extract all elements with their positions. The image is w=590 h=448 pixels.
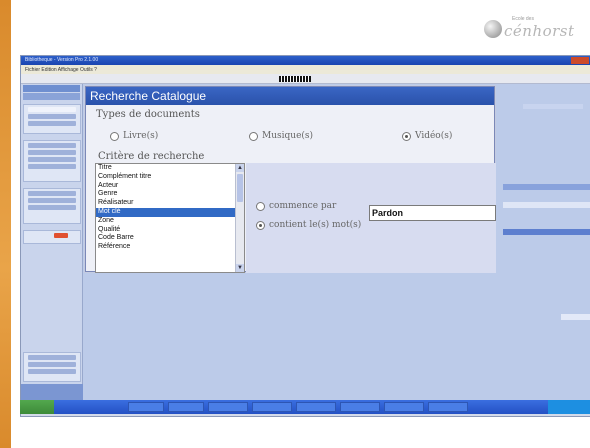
radio-circle-icon xyxy=(256,201,265,211)
criteria-item[interactable]: Référence xyxy=(96,243,244,252)
taskbar-item[interactable] xyxy=(168,402,204,412)
criteria-item[interactable]: Code Barre xyxy=(96,234,244,243)
radio-label: Musique(s) xyxy=(262,131,314,141)
radio-label: commence par xyxy=(269,201,337,211)
nav-item[interactable] xyxy=(28,362,76,367)
windows-taskbar xyxy=(20,400,590,414)
radio-label: contient le(s) mot(s) xyxy=(269,220,362,230)
app-menu-bar[interactable]: Fichier Edition Affichage Outils ? xyxy=(21,65,590,74)
nav-item[interactable] xyxy=(28,150,76,155)
nav-item[interactable] xyxy=(28,157,76,162)
nav-item[interactable] xyxy=(28,114,76,119)
radio-label: Livre(s) xyxy=(123,131,159,141)
content-row-blue xyxy=(503,184,590,190)
radio-musiques[interactable]: Musique(s) xyxy=(249,131,313,141)
taskbar-item[interactable] xyxy=(296,402,336,412)
nav-color-strip xyxy=(23,230,81,244)
criteria-item[interactable]: Titre xyxy=(96,164,244,173)
criteria-list: Titre Complément titre Acteur Genre Réalisat… xyxy=(96,164,244,252)
criteria-item[interactable]: Mot clé xyxy=(96,207,244,217)
taskbar-item[interactable] xyxy=(128,402,164,412)
radio-contient[interactable]: contient le(s) mot(s) xyxy=(256,220,361,230)
nav-section-bottom xyxy=(23,352,81,382)
radio-circle-icon xyxy=(110,131,119,141)
nav-subheader xyxy=(23,93,80,100)
taskbar-item[interactable] xyxy=(428,402,468,412)
taskbar-item[interactable] xyxy=(252,402,292,412)
scroll-down-icon[interactable]: ▼ xyxy=(236,264,244,272)
listbox-scrollbar[interactable]: ▲ ▼ xyxy=(235,164,244,272)
logo-text: cénhorst xyxy=(504,22,575,40)
search-input[interactable]: Pardon xyxy=(369,205,496,221)
nav-header xyxy=(23,85,80,92)
nav-item[interactable] xyxy=(28,205,76,210)
criteria-item[interactable]: Zone xyxy=(96,217,244,226)
radio-commence-par[interactable]: commence par xyxy=(256,201,336,211)
content-header-row xyxy=(523,104,583,109)
nav-item[interactable] xyxy=(28,355,76,360)
taskbar-item[interactable] xyxy=(208,402,248,412)
doc-types-label: Types de documents xyxy=(96,109,200,120)
system-tray xyxy=(548,400,590,414)
criteria-listbox[interactable]: Titre Complément titre Acteur Genre Réalisat… xyxy=(95,163,245,273)
nav-item[interactable] xyxy=(28,191,76,196)
scroll-thumb[interactable] xyxy=(237,174,243,202)
nav-section-tools xyxy=(23,140,81,182)
content-action-button[interactable] xyxy=(561,314,590,320)
window-close-icon[interactable] xyxy=(571,57,589,64)
scroll-up-icon[interactable]: ▲ xyxy=(236,164,244,172)
criteria-item[interactable]: Qualité xyxy=(96,226,244,235)
criteria-label: Critère de recherche xyxy=(98,151,205,162)
nav-item[interactable] xyxy=(28,143,76,148)
nav-item[interactable] xyxy=(28,198,76,203)
nav-item[interactable] xyxy=(28,121,76,126)
radio-label: Vidéo(s) xyxy=(415,131,453,141)
logo-bulb-icon xyxy=(484,20,502,38)
left-navigation-pane xyxy=(21,84,83,406)
logo: Ecole des cénhorst xyxy=(484,16,575,42)
nav-item[interactable] xyxy=(28,107,76,112)
radio-checked-icon xyxy=(256,220,265,230)
search-catalog-dialog: Recherche Catalogue Types de documents L… xyxy=(85,86,496,273)
radio-circle-icon xyxy=(249,131,258,141)
slide-orange-bar xyxy=(0,0,11,448)
nav-item[interactable] xyxy=(28,369,76,374)
nav-section-main xyxy=(23,104,81,134)
content-row-light xyxy=(503,202,590,208)
taskbar-item[interactable] xyxy=(384,402,424,412)
content-row-dark xyxy=(503,229,590,235)
barcode-icon xyxy=(279,76,311,82)
start-button[interactable] xyxy=(20,400,54,414)
criteria-item[interactable]: Genre xyxy=(96,190,244,199)
nav-item[interactable] xyxy=(28,164,76,169)
app-toolbar xyxy=(21,74,590,84)
app-title: Bibliotheque - Version Pro 2.1.00 xyxy=(25,57,99,63)
radio-livres[interactable]: Livre(s) xyxy=(110,131,158,141)
radio-videos[interactable]: Vidéo(s) xyxy=(402,131,452,141)
radio-checked-icon xyxy=(402,131,411,141)
criteria-item[interactable]: Réalisateur xyxy=(96,199,244,208)
taskbar-item[interactable] xyxy=(340,402,380,412)
nav-red-indicator xyxy=(54,233,68,238)
criteria-item[interactable]: Acteur xyxy=(96,182,244,191)
dialog-title: Recherche Catalogue xyxy=(86,87,494,105)
nav-section-extra xyxy=(23,188,81,224)
criteria-item[interactable]: Complément titre xyxy=(96,173,244,182)
app-title-bar: Bibliotheque - Version Pro 2.1.00 xyxy=(21,56,590,65)
